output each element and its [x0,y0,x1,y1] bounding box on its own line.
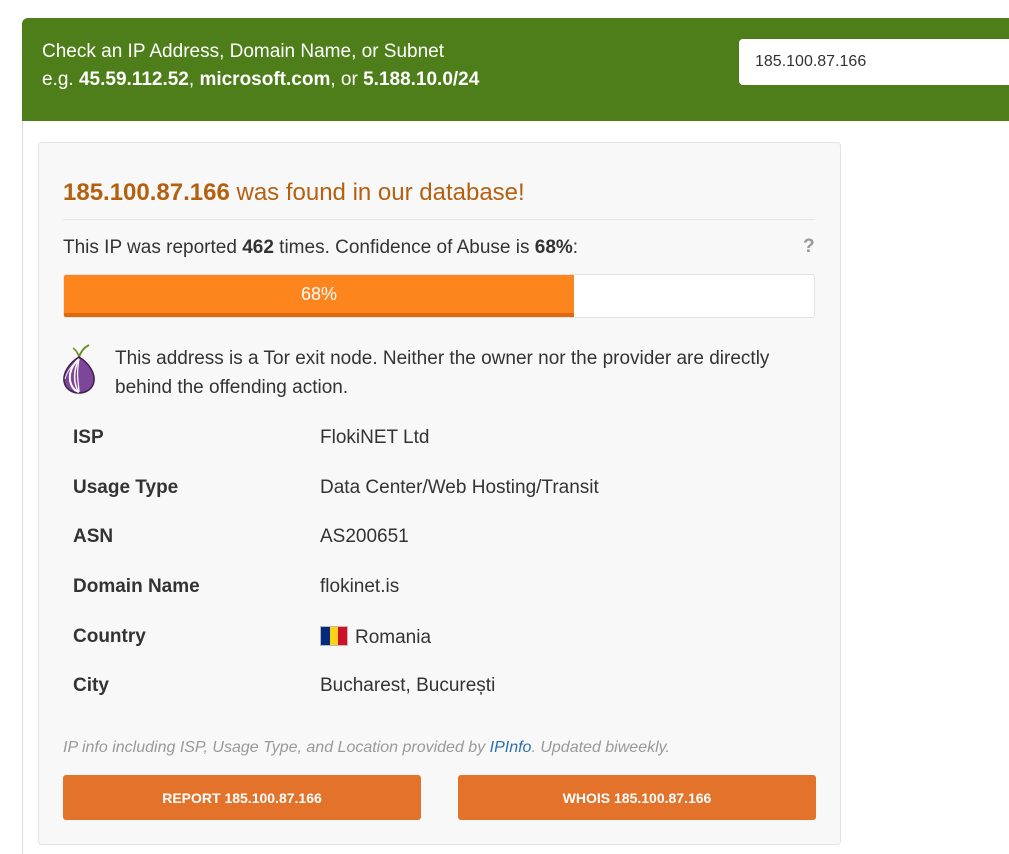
info-label: Usage Type [73,476,179,498]
confidence-value: 68% [534,237,573,258]
search-input[interactable] [739,39,1009,85]
info-row-isp: ISP FlokiNET Ltd [63,413,815,463]
info-value: flokinet.is [320,576,400,598]
romania-flag-icon [320,625,348,646]
divider [63,219,815,220]
page-left-border [22,120,23,854]
tor-onion-icon [63,344,95,394]
found-ip: 185.100.87.166 [63,179,230,206]
report-ip-button[interactable]: REPORT 185.100.87.166 [63,775,421,820]
info-label: Country [73,625,146,647]
info-label: City [73,675,109,697]
example-subnet: 5.188.10.0/24 [363,69,480,90]
info-row-country: Country Romania [63,612,815,662]
info-label: ISP [73,427,104,448]
data-source-note: IP info including ISP, Usage Type, and L… [63,739,670,756]
ipinfo-link[interactable]: IPInfo [490,739,532,756]
info-value: Data Center/Web Hosting/Transit [320,476,599,498]
info-label: Domain Name [73,576,200,598]
tor-exit-notice: This address is a Tor exit node. Neither… [115,348,770,398]
confidence-bar-label: 68% [300,284,338,304]
info-value: AS200651 [320,526,409,548]
confidence-bar: 68% [63,274,815,318]
example-domain: microsoft.com [199,69,331,90]
search-header: Check an IP Address, Domain Name, or Sub… [22,18,1009,121]
report-summary: This IP was reported 462 times. Confiden… [63,237,579,258]
info-label: ASN [73,526,114,548]
whois-ip-button[interactable]: WHOIS 185.100.87.166 [458,775,816,820]
help-icon[interactable]: ? [803,236,815,258]
found-heading: 185.100.87.166 was found in our database… [63,179,525,206]
example-ip: 45.59.112.52 [78,69,189,90]
info-row-usage-type: Usage Type Data Center/Web Hosting/Trans… [63,463,815,513]
info-row-domain-name: Domain Name flokinet.is [63,562,815,612]
info-value: Bucharest, București [320,675,496,697]
info-row-asn: ASN AS200651 [63,512,815,562]
search-heading: Check an IP Address, Domain Name, or Sub… [42,41,445,62]
info-value: Romania [320,625,431,649]
ip-info-table: ISP FlokiNET Ltd Usage Type Data Center/… [63,413,815,711]
info-row-city: City Bucharest, București [63,661,815,711]
search-examples: e.g. 45.59.112.52, microsoft.com, or 5.1… [42,69,480,90]
report-count: 462 [242,237,274,258]
result-card: 185.100.87.166 was found in our database… [38,142,841,845]
info-value: FlokiNET Ltd [320,427,430,448]
